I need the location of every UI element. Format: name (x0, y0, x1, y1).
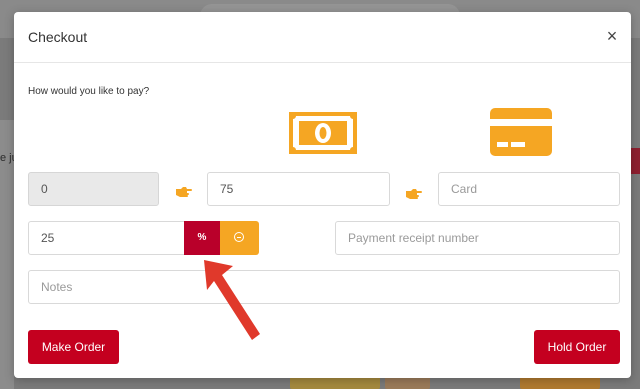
hand-pointing-right-icon (176, 185, 192, 203)
close-button[interactable]: × (603, 26, 621, 46)
checkout-modal: Checkout × How would you like to pay? 0 … (14, 12, 631, 378)
minus-circle-icon (234, 232, 244, 242)
make-order-button[interactable]: Make Order (28, 330, 119, 364)
remove-discount-button[interactable] (220, 221, 259, 255)
background-right-tab (631, 148, 640, 174)
payment-receipt-field[interactable]: Payment receipt number (335, 221, 620, 255)
modal-title: Checkout (28, 29, 88, 45)
discount-percent-button[interactable]: % (184, 221, 220, 255)
payment-question: How would you like to pay? (28, 86, 150, 97)
credit-card-icon[interactable] (490, 108, 552, 161)
modal-header: Checkout × (14, 12, 631, 63)
card-amount-field[interactable]: Card (438, 172, 620, 206)
cash-icon[interactable] (289, 112, 357, 159)
annotation-arrow-icon (199, 252, 264, 347)
hand-pointing-right-icon (406, 187, 422, 205)
notes-field[interactable]: Notes (28, 270, 620, 304)
hold-order-button[interactable]: Hold Order (534, 330, 620, 364)
cash-amount-field[interactable]: 75 (207, 172, 390, 206)
discount-field[interactable]: 25 (28, 221, 188, 255)
remaining-amount-field: 0 (28, 172, 159, 206)
